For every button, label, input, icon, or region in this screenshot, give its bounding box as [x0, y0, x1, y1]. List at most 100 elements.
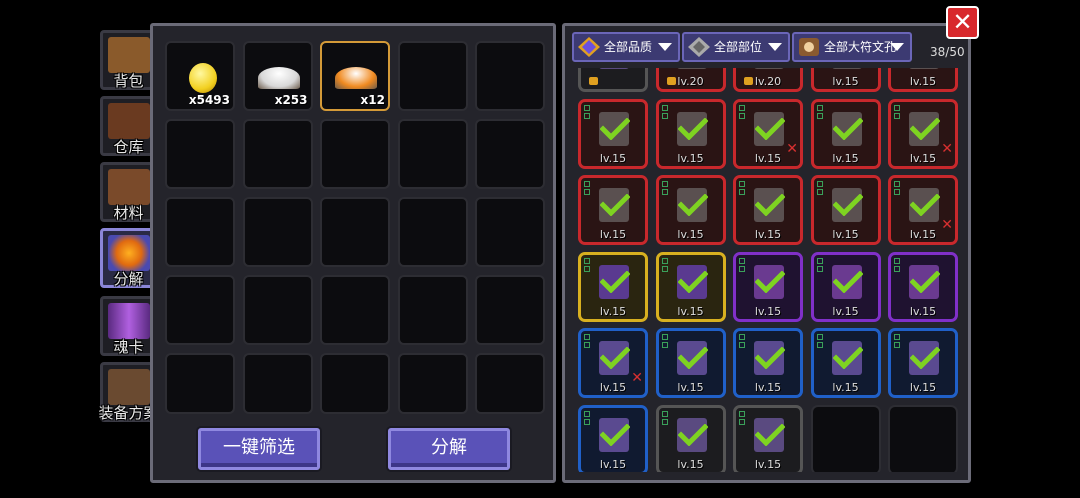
- tab-soul-card[interactable]: 魂卡: [100, 296, 157, 356]
- equipment-slot[interactable]: lv.15: [578, 404, 648, 472]
- equipment-slot[interactable]: lv.15: [655, 328, 726, 398]
- decompose-screen: 背包 仓库 材料 分解 魂卡 装备方案 一键筛选 分解 全部品质 全部部位 全部…: [0, 0, 1080, 498]
- tab-materials[interactable]: 材料: [100, 162, 157, 222]
- tab-warehouse[interactable]: 仓库: [100, 96, 157, 156]
- equipment-slot[interactable]: lv.15: [888, 328, 958, 398]
- tab-backpack[interactable]: 背包: [100, 30, 157, 90]
- equipment-slot[interactable]: lv.15: [655, 251, 726, 322]
- checkmark-icon: [677, 347, 708, 369]
- checkmark-icon: [600, 423, 630, 446]
- equipment-slot[interactable]: lv.15: [733, 404, 803, 472]
- material-slot[interactable]: [165, 275, 235, 345]
- equipment-slot[interactable]: lv.15: [810, 175, 881, 245]
- rune-socket-indicators: [894, 181, 902, 197]
- equipment-level: lv.15: [677, 151, 704, 165]
- chevron-down-icon: [768, 43, 782, 51]
- equipment-slot[interactable]: ✕ lv.15: [578, 328, 648, 398]
- equipment-slot[interactable]: lv.15: [578, 251, 648, 322]
- material-slot[interactable]: [475, 275, 545, 345]
- equipment-slot[interactable]: lv.15: [888, 251, 958, 322]
- equipment-level: lv.15: [677, 304, 704, 318]
- equipment-level: lv.15: [677, 228, 704, 241]
- checkmark-icon: [832, 194, 863, 216]
- material-slot[interactable]: [242, 197, 313, 267]
- material-slot[interactable]: [475, 119, 545, 189]
- equipment-level: lv.15: [677, 381, 704, 394]
- equipment-slot[interactable]: lv.15: [810, 328, 881, 398]
- equipment-item-icon: [676, 68, 707, 69]
- material-slot[interactable]: [475, 41, 545, 111]
- material-slot[interactable]: [165, 353, 235, 414]
- material-slot[interactable]: x253: [242, 41, 313, 111]
- material-slot[interactable]: [397, 41, 468, 111]
- equipment-level: lv.15: [909, 151, 937, 165]
- material-slot[interactable]: [320, 353, 390, 414]
- equipment-level: lv.15: [754, 381, 782, 394]
- decompose-button[interactable]: 分解: [388, 428, 510, 470]
- material-slot[interactable]: [242, 275, 313, 345]
- material-slot[interactable]: [397, 119, 468, 189]
- equipment-plan-icon: [108, 369, 150, 405]
- material-slot[interactable]: [320, 275, 390, 345]
- equipment-slot[interactable]: lv.15: [810, 68, 881, 92]
- equipment-slot[interactable]: ✕ lv.15: [733, 98, 803, 169]
- material-slot[interactable]: [397, 353, 468, 414]
- material-slot[interactable]: [165, 197, 235, 267]
- equipment-slot[interactable]: lv.15: [655, 404, 726, 472]
- equipment-slot[interactable]: lv.15: [655, 98, 726, 169]
- equipment-level: lv.15: [832, 304, 859, 318]
- material-slot[interactable]: [242, 353, 313, 414]
- equipment-slot[interactable]: lv.15: [733, 175, 803, 245]
- slot-filter-dropdown[interactable]: 全部部位: [682, 32, 790, 62]
- equipment-level: lv.15: [909, 228, 937, 241]
- close-button[interactable]: ✕: [946, 6, 979, 39]
- slot-filter-label: 全部部位: [714, 40, 763, 54]
- equipment-slot[interactable]: lv.20: [733, 68, 803, 92]
- checkmark-icon: [832, 270, 863, 293]
- rune-socket-indicators: [816, 334, 825, 350]
- tab-equipment-plan[interactable]: 装备方案: [98, 362, 159, 422]
- rune-filter-dropdown[interactable]: 全部大符文孔: [792, 32, 912, 62]
- rune-socket-indicators: [816, 104, 825, 121]
- material-slot[interactable]: [397, 275, 468, 345]
- empty-equipment-slot[interactable]: [810, 404, 881, 472]
- tab-decompose[interactable]: 分解: [100, 228, 157, 288]
- material-slot[interactable]: [475, 197, 545, 267]
- equipment-slot[interactable]: lv.15: [810, 98, 881, 169]
- checkmark-icon: [755, 347, 785, 369]
- equipment-slot[interactable]: ✕ lv.15: [888, 175, 958, 245]
- equipment-slot[interactable]: lv.15: [733, 328, 803, 398]
- material-slot[interactable]: [475, 353, 545, 414]
- equipment-level: lv.15: [599, 457, 627, 471]
- equipment-slot[interactable]: lv.15: [733, 251, 803, 322]
- chevron-down-icon: [890, 43, 904, 51]
- quality-gem-icon: [578, 37, 600, 57]
- checkmark-icon: [600, 270, 630, 293]
- equipment-slot[interactable]: [578, 68, 648, 92]
- material-slot[interactable]: [165, 119, 235, 189]
- empty-equipment-slot[interactable]: [888, 404, 958, 472]
- material-slot[interactable]: [320, 197, 390, 267]
- equipment-slot[interactable]: ✕ lv.15: [888, 98, 958, 169]
- equipment-slot[interactable]: lv.15: [810, 251, 881, 322]
- rune-socket-indicators: [584, 104, 592, 121]
- rune-socket-indicators: [894, 104, 902, 121]
- equipment-slot[interactable]: lv.15: [888, 68, 958, 92]
- equipment-slot[interactable]: lv.20: [655, 68, 726, 92]
- equipment-level: lv.15: [754, 457, 782, 471]
- quality-filter-dropdown[interactable]: 全部品质: [572, 32, 680, 62]
- quick-filter-button[interactable]: 一键筛选: [198, 428, 320, 470]
- material-slot[interactable]: x12: [320, 41, 390, 111]
- material-slot[interactable]: [397, 197, 468, 267]
- checkmark-icon: [600, 117, 630, 140]
- checkmark-icon: [755, 270, 785, 293]
- equipment-slot[interactable]: lv.15: [578, 175, 648, 245]
- equipment-slot[interactable]: lv.15: [578, 98, 648, 169]
- equipment-item-icon: [754, 68, 784, 69]
- material-slot[interactable]: [320, 119, 390, 189]
- equipment-slot[interactable]: lv.15: [655, 175, 726, 245]
- rune-socket-indicators: [584, 334, 592, 350]
- gold-coin-icon: [189, 63, 217, 93]
- material-slot[interactable]: [242, 119, 313, 189]
- material-slot[interactable]: x5493: [165, 41, 235, 111]
